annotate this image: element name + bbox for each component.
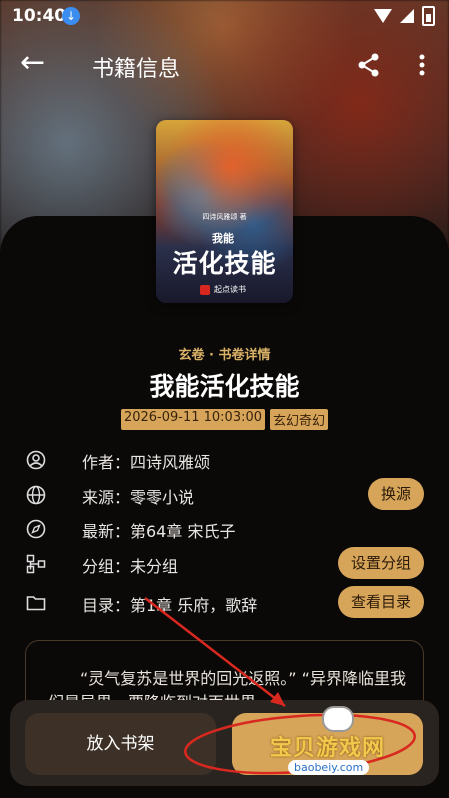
toc-row: 目录：第1章 乐府，歌辞 查看目录 xyxy=(26,585,426,619)
app-bar: ← 书籍信息 xyxy=(0,40,449,92)
watermark: 宝贝游戏网 baobeiy.com xyxy=(270,706,420,782)
cover-title: 活化技能 xyxy=(172,249,277,278)
set-group-button[interactable]: 设置分组 xyxy=(337,547,424,579)
wifi-icon xyxy=(374,9,392,23)
toc-text: 目录：第1章 乐府，歌辞 xyxy=(82,596,258,615)
group-icon xyxy=(26,554,46,574)
watermark-url: baobeiy.com xyxy=(288,760,370,775)
share-icon[interactable] xyxy=(356,52,382,78)
compass-icon xyxy=(26,519,46,539)
watermark-text: 宝贝游戏网 xyxy=(270,736,386,761)
group-row: 分组：未分组 设置分组 xyxy=(26,546,426,580)
book-tags: 2026-09-11 10:03:00 玄幻奇幻 xyxy=(0,409,449,430)
book-kicker: 玄卷 · 书卷详情 xyxy=(178,348,271,363)
status-time: 10:40 xyxy=(12,6,67,26)
group-text: 分组：未分组 xyxy=(82,557,179,576)
back-arrow-icon[interactable]: ← xyxy=(20,48,45,78)
more-vertical-icon[interactable] xyxy=(412,50,432,80)
globe-icon xyxy=(26,485,46,505)
change-source-button[interactable]: 换源 xyxy=(367,478,424,510)
view-toc-button[interactable]: 查看目录 xyxy=(337,586,424,618)
genre-tag: 玄幻奇幻 xyxy=(270,409,329,430)
source-row: 来源：零零小说 换源 xyxy=(26,477,426,511)
folder-icon xyxy=(26,596,46,611)
update-time-tag: 2026-09-11 10:03:00 xyxy=(120,409,266,430)
signal-icon xyxy=(400,9,414,23)
status-icons xyxy=(374,6,435,26)
publisher-logo-icon xyxy=(200,284,210,295)
author-text: 作者：四诗风雅颂 xyxy=(82,453,211,472)
gamepad-icon xyxy=(322,706,354,732)
author-row: 作者：四诗风雅颂 xyxy=(26,442,426,476)
cover-publisher-name: 起点读书 xyxy=(214,285,246,294)
page-title: 书籍信息 xyxy=(92,57,181,82)
source-text: 来源：零零小说 xyxy=(82,488,195,507)
latest-chapter-text: 最新：第64章 宋氏子 xyxy=(82,522,236,541)
add-to-shelf-button[interactable]: 放入书架 xyxy=(25,713,216,775)
book-title: 我能活化技能 xyxy=(149,372,300,401)
book-cover[interactable]: 四诗风雅颂 著 我能 活化技能 起点读书 xyxy=(156,120,293,303)
battery-icon xyxy=(422,6,435,26)
cover-publisher: 起点读书 xyxy=(200,284,246,295)
latest-row: 最新：第64章 宋氏子 xyxy=(26,511,426,545)
download-icon: ↓ xyxy=(62,7,80,25)
status-bar: 10:40 ↓ xyxy=(0,0,449,32)
cover-author: 四诗风雅颂 著 xyxy=(202,213,247,221)
user-icon xyxy=(26,450,46,470)
